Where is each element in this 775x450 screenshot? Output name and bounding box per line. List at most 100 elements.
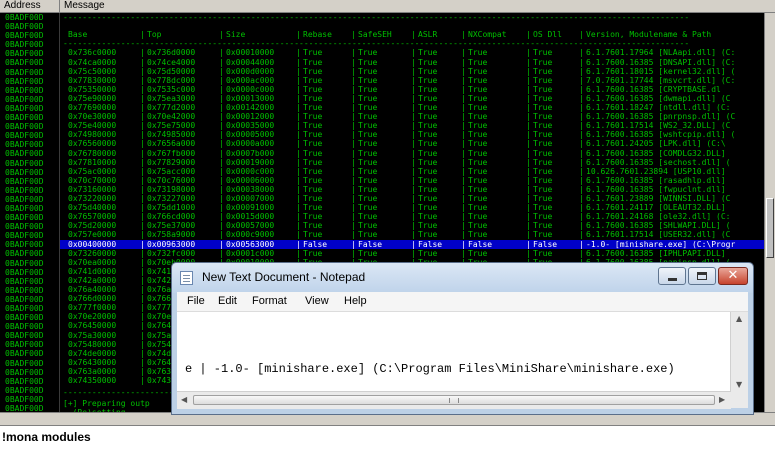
module-cell: 6.1.7600.16385 [dwmapi.dll] (C (586, 93, 731, 103)
notepad-text[interactable]: e | -1.0- [minishare.exe] (C:\Program Fi… (185, 362, 675, 376)
address-cell: 0BADF00D (5, 85, 44, 95)
scroll-down-icon[interactable]: ▼ (736, 380, 742, 389)
column-bar: | (140, 321, 145, 331)
module-cell: True (358, 221, 378, 231)
module-cell: True (358, 48, 378, 58)
column-bar: | (351, 103, 356, 113)
scroll-right-icon[interactable]: ▶ (719, 395, 725, 404)
column-bar: | (526, 130, 531, 140)
module-cell: True (418, 57, 438, 67)
column-bar: | (296, 157, 301, 167)
column-bar: | (296, 57, 301, 67)
module-cell: True (468, 75, 488, 85)
address-cell: 0BADF00D (5, 285, 44, 295)
column-bar: | (526, 30, 531, 40)
column-bar: | (140, 57, 145, 67)
address-cell: 0BADF00D (5, 131, 44, 141)
column-bar: | (461, 121, 466, 131)
column-bar: | (411, 93, 416, 103)
column-bar: | (140, 30, 145, 40)
module-cell: 0x70ea0000 (68, 257, 117, 267)
message-column-header[interactable]: Message (60, 0, 775, 12)
column-bar: | (219, 248, 224, 258)
module-cell: True (418, 184, 438, 194)
module-cell: True (303, 148, 323, 158)
module-cell: 0x00006000 (226, 175, 275, 185)
address-cell: 0BADF00D (5, 176, 44, 186)
module-cell: True (358, 66, 378, 76)
module-cell: True (468, 166, 488, 176)
module-cell: 6.1.7601.17514 [USER32.dll] (C (586, 230, 731, 240)
column-bar: | (140, 275, 145, 285)
address-column-header[interactable]: Address (0, 0, 60, 12)
module-cell: 0x76450000 (68, 321, 117, 331)
module-cell: 0x736d0000 (147, 48, 196, 58)
module-cell: 0x000c9000 (226, 230, 275, 240)
address-cell: 0BADF00D (5, 140, 44, 150)
module-cell: True (468, 203, 488, 213)
address-cell: 0BADF00D (5, 385, 44, 395)
module-cell: True (303, 139, 323, 149)
column-bar: | (351, 66, 356, 76)
menu-view[interactable]: View (305, 295, 329, 307)
column-bar: | (296, 84, 301, 94)
module-cell: True (533, 194, 553, 204)
column-bar: | (579, 221, 584, 231)
resize-grip[interactable] (731, 391, 748, 408)
module-cell: True (533, 203, 553, 213)
module-cell: True (418, 75, 438, 85)
module-cell: True (418, 112, 438, 122)
column-bar: | (579, 103, 584, 113)
column-bar: | (526, 175, 531, 185)
module-cell: 6.1.7600.16385 [IPHLPAPI.DLL] (586, 248, 726, 258)
column-bar: | (140, 257, 145, 267)
module-cell: 0x75ac0000 (68, 166, 117, 176)
menu-edit[interactable]: Edit (218, 295, 237, 307)
module-cell: 0x00038000 (226, 184, 275, 194)
command-input[interactable]: !mona modules (2, 430, 91, 444)
column-bar: | (351, 221, 356, 231)
module-cell: 0x75d50000 (147, 66, 196, 76)
column-bar: | (526, 248, 531, 258)
column-bar: | (219, 194, 224, 204)
menu-format[interactable]: Format (252, 295, 287, 307)
column-bar: | (579, 139, 584, 149)
column-bar: | (461, 212, 466, 222)
notepad-text-area[interactable]: e | -1.0- [minishare.exe] (C:\Program Fi… (177, 311, 748, 392)
module-cell: 0x00013000 (226, 93, 275, 103)
notepad-horizontal-scrollbar[interactable]: ◀ ▶ (177, 391, 731, 409)
module-cell: 0x74980000 (68, 130, 117, 140)
column-header: Version, Modulename & Path (586, 30, 712, 40)
close-button[interactable]: ✕ (718, 267, 748, 285)
notepad-titlebar[interactable]: New Text Document - Notepad ✕ (172, 263, 753, 293)
column-bar: | (296, 112, 301, 122)
column-bar: | (296, 230, 301, 240)
column-bar: | (219, 30, 224, 40)
address-cell: 0BADF00D (5, 222, 44, 232)
module-cell: False (358, 239, 383, 249)
module-cell: True (533, 148, 553, 158)
module-cell: True (533, 121, 553, 131)
module-cell: 0x736c0000 (68, 48, 117, 58)
scroll-up-icon[interactable]: ▲ (736, 314, 742, 323)
column-bar: | (579, 248, 584, 258)
module-cell: True (468, 230, 488, 240)
menu-help[interactable]: Help (344, 295, 367, 307)
column-bar: | (219, 221, 224, 231)
maximize-button[interactable] (688, 267, 716, 285)
column-bar: | (411, 112, 416, 122)
address-cell: 0BADF00D (5, 185, 44, 195)
column-bar: | (351, 139, 356, 149)
log-scroll-thumb[interactable] (766, 198, 774, 258)
module-row-selected[interactable]: 0x00400000 0x00963000 | 0x00563000 | False | Fa… (60, 239, 775, 249)
log-vertical-scrollbar[interactable] (764, 13, 775, 413)
menu-file[interactable]: File (187, 295, 205, 307)
command-bar[interactable]: !mona modules (0, 425, 775, 450)
notepad-vertical-scrollbar[interactable]: ▲ ▼ (730, 312, 748, 392)
module-cell: True (418, 157, 438, 167)
column-bar: | (461, 166, 466, 176)
module-cell: True (533, 248, 553, 258)
notepad-scroll-thumb[interactable] (193, 395, 715, 405)
minimize-button[interactable] (658, 267, 686, 285)
scroll-left-icon[interactable]: ◀ (181, 395, 187, 404)
